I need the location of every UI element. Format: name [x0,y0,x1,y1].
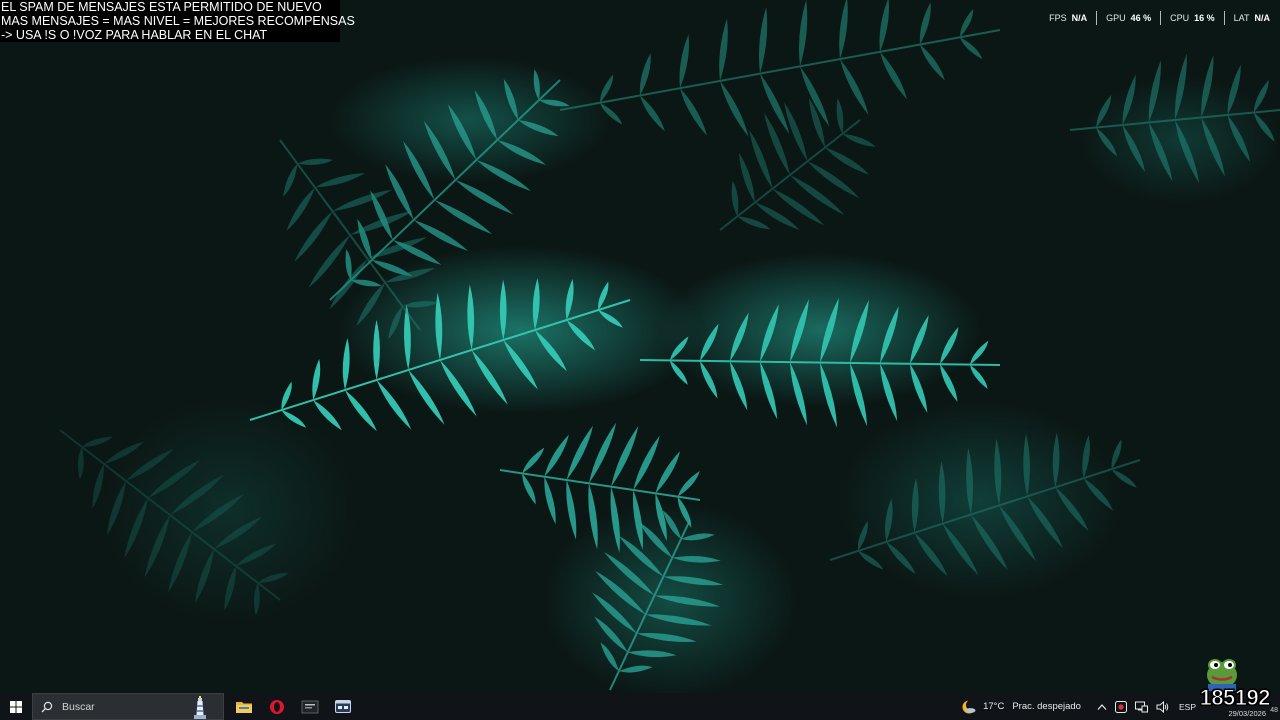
fern-frond [639,297,1001,428]
opera-browser-icon [269,699,284,714]
windows-logo-icon [10,700,22,713]
fern-frond [329,69,570,301]
window-app-icon [334,700,351,713]
volume-button[interactable] [1156,700,1169,713]
notification-count[interactable]: 48 [1270,707,1278,714]
start-button[interactable] [0,693,32,720]
lighthouse-icon [194,696,206,719]
performance-overlay: FPS N/A GPU 46 % CPU 16 % LAT N/A [1040,10,1270,26]
temperature-text: 17°C [983,701,1005,712]
network-icon [1134,701,1148,712]
taskbar-app-window[interactable] [326,693,359,720]
fern-frond [829,432,1141,577]
taskbar-app-file-explorer[interactable] [227,693,260,720]
cpu-stat: CPU 16 % [1161,13,1224,23]
taskbar-app-opera[interactable] [260,693,293,720]
gpu-stat: GPU 46 % [1097,13,1160,23]
overlay-line-2: MAS MENSAJES = MAS NIVEL = MEJORES RECOM… [1,14,355,28]
red-app-tray-icon [1114,700,1127,713]
weather-condition-text: Prac. despejado [1012,701,1081,712]
cpu-label: CPU [1170,13,1190,23]
fps-value: N/A [1071,13,1088,23]
network-button[interactable] [1134,701,1148,713]
clock-button[interactable]: 185192 29/03/2026 48 [1199,659,1280,720]
taskbar-search-box[interactable] [32,693,224,720]
fern-frond [59,429,289,616]
search-input[interactable] [60,699,184,714]
show-hidden-icons-button[interactable] [1097,703,1107,711]
fern-frond [1069,53,1280,184]
game-app-icon [301,700,318,713]
fern-frond [249,277,631,432]
lat-label: LAT [1233,13,1250,23]
speaker-icon [1156,700,1169,713]
lat-stat: LAT N/A [1225,13,1270,23]
lat-value: N/A [1254,13,1271,23]
fern-frond [559,0,1001,137]
gpu-value: 46 % [1130,13,1152,23]
fps-label: FPS [1049,13,1067,23]
tray-app-button[interactable] [1114,700,1127,713]
input-language-button[interactable]: ESP [1179,702,1196,712]
stream-overlay-message: EL SPAM DE MENSAJES ESTA PERMITIDO DE NU… [0,0,355,42]
gpu-label: GPU [1106,13,1126,23]
system-tray: 17°C Prac. despejado ESP 185192 29/03/20… [961,659,1280,720]
fern-frond [592,510,724,691]
taskbar: 17°C Prac. despejado [0,659,1280,720]
cpu-value: 16 % [1194,13,1215,23]
file-explorer-icon [235,701,252,713]
fps-stat: FPS N/A [1040,13,1096,23]
taskbar-app-game[interactable] [293,693,326,720]
overlay-line-3: -> USA !S O !VOZ PARA HABLAR EN EL CHAT [1,28,268,42]
fern-frond [719,97,876,231]
pinned-apps [227,693,359,720]
fern-frond [279,139,439,340]
moon-weather-icon [962,699,978,713]
fern-wallpaper-image [59,0,1280,691]
date-text: 29/03/2026 [1228,709,1266,718]
desktop-wallpaper: EL SPAM DE MENSAJES ESTA PERMITIDO DE NU… [0,0,1280,693]
weather-widget[interactable]: 17°C Prac. despejado [961,699,1081,715]
search-icon [41,701,53,712]
fern-frond [499,422,701,553]
overlay-line-1: EL SPAM DE MENSAJES ESTA PERMITIDO DE NU… [1,0,322,14]
viewer-counter: 185192 [1199,685,1271,711]
chevron-up-icon [1097,703,1107,710]
